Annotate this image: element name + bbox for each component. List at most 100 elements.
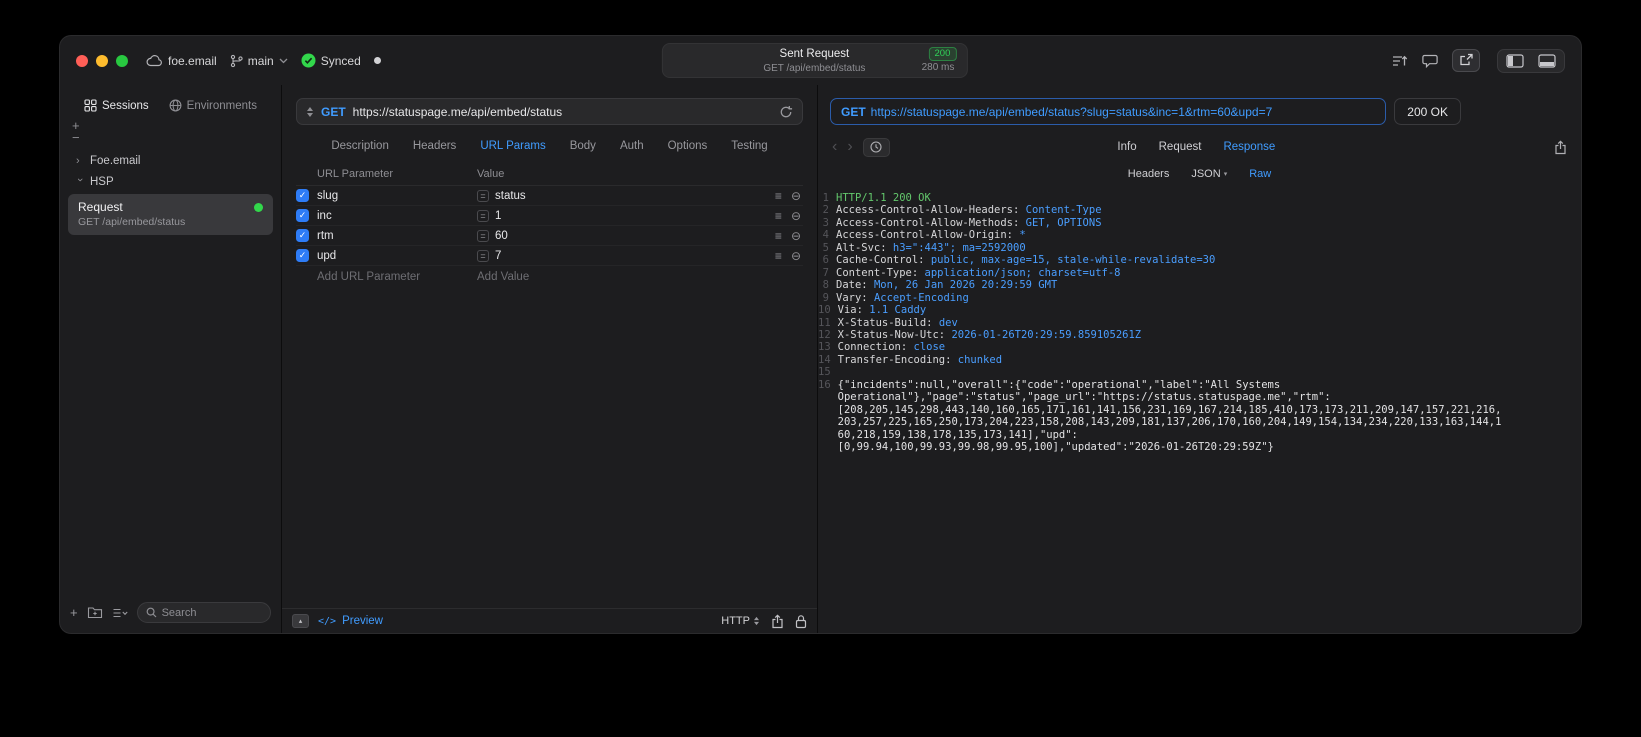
line-number: 10 (818, 304, 831, 317)
search-input[interactable] (161, 606, 262, 619)
param-checkbox[interactable]: ✓ (296, 229, 309, 242)
remove-row-icon[interactable]: ⊖ (791, 249, 801, 263)
cloud-icon (146, 54, 163, 67)
export-response-icon[interactable] (1554, 139, 1567, 155)
param-name-field[interactable]: inc (317, 210, 477, 222)
response-subtab-json[interactable]: JSON ▾ (1191, 168, 1227, 180)
zoom-window-button[interactable] (116, 54, 128, 67)
request-tab-description[interactable]: Description (331, 140, 389, 152)
layout-sidebar-icon[interactable] (1506, 53, 1524, 68)
remove-session-icon[interactable]: − (72, 131, 273, 144)
value-type-icon[interactable]: = (477, 189, 489, 202)
request-tab-body[interactable]: Body (570, 140, 596, 152)
sync-status[interactable]: Synced (301, 53, 361, 68)
param-value-field[interactable]: 1 (495, 210, 501, 222)
request-tab-headers[interactable]: Headers (413, 140, 456, 152)
request-tab-url-params[interactable]: URL Params (480, 140, 545, 152)
list-arrow-icon[interactable] (1391, 53, 1408, 69)
share-request-icon[interactable] (771, 613, 784, 629)
collapse-panel-button[interactable]: ▴ (292, 614, 309, 628)
param-row-slug: ✓ slug = status ≡ ⊖ (296, 186, 803, 206)
line-content: Access-Control-Allow-Headers: Content-Ty… (836, 204, 1102, 217)
reorder-handle-icon[interactable]: ≡ (775, 209, 782, 223)
protocol-selector[interactable]: HTTP (721, 615, 760, 627)
param-value-field[interactable]: status (495, 190, 526, 202)
response-subtabs: Headers JSON ▾ Raw (818, 163, 1581, 184)
param-checkbox[interactable]: ✓ (296, 249, 309, 262)
remove-row-icon[interactable]: ⊖ (791, 209, 801, 223)
code-line: 6 Cache-Control: public, max-age=15, stal… (818, 254, 1581, 266)
response-tab-response[interactable]: Response (1223, 141, 1275, 153)
request-tab-auth[interactable]: Auth (620, 140, 644, 152)
reorder-handle-icon[interactable]: ≡ (775, 189, 782, 203)
value-type-icon[interactable]: = (477, 229, 489, 242)
response-nav: ‹ › Info Request Response (818, 131, 1581, 163)
add-value-field[interactable]: Add Value (477, 271, 529, 283)
request-status-capsule[interactable]: Sent Request 200 GET /api/embed/status 2… (661, 43, 968, 78)
method-stepper-icon[interactable] (306, 106, 314, 118)
response-request-line[interactable]: GET https://statuspage.me/api/embed/stat… (830, 98, 1387, 125)
value-type-icon[interactable]: = (477, 209, 489, 222)
export-code-icon[interactable] (1452, 49, 1480, 72)
param-name-field[interactable]: upd (317, 250, 477, 262)
request-tab-options[interactable]: Options (668, 140, 708, 152)
line-number: 12 (818, 328, 831, 341)
request-url-input[interactable]: https://statuspage.me/api/embed/status (353, 105, 772, 119)
add-request-icon[interactable]: + (70, 605, 78, 620)
param-name-field[interactable]: rtm (317, 230, 477, 242)
reorder-handle-icon[interactable]: ≡ (775, 229, 782, 243)
history-forward-icon[interactable]: › (847, 138, 852, 156)
sidebar-search[interactable] (136, 602, 271, 623)
param-name-field[interactable]: slug (317, 190, 477, 202)
tree-item-hsp[interactable]: › HSP (68, 171, 273, 192)
preview-label: Preview (342, 615, 383, 627)
value-type-icon[interactable]: = (477, 249, 489, 262)
chevron-down-icon: ▾ (1223, 171, 1228, 178)
project-menu[interactable]: foe.email (146, 54, 217, 68)
line-number: 5 (822, 241, 829, 254)
sort-list-icon[interactable] (112, 607, 128, 619)
line-number: 2 (822, 204, 829, 217)
code-line: 7 Content-Type: application/json; charset… (818, 267, 1581, 279)
remove-row-icon[interactable]: ⊖ (791, 229, 801, 243)
lock-icon[interactable] (795, 614, 807, 629)
request-tab-testing[interactable]: Testing (731, 140, 767, 152)
remove-row-icon[interactable]: ⊖ (791, 189, 801, 203)
add-url-parameter-field[interactable]: Add URL Parameter (296, 271, 477, 283)
param-checkbox[interactable]: ✓ (296, 209, 309, 222)
param-checkbox[interactable]: ✓ (296, 189, 309, 202)
code-line: 5 Alt-Svc: h3=":443"; ma=2592000 (818, 242, 1581, 254)
code-line: 8 Date: Mon, 26 Jan 2026 20:29:59 GMT (818, 279, 1581, 291)
preview-button[interactable]: </> Preview (318, 615, 383, 627)
param-value-field[interactable]: 60 (495, 230, 508, 242)
comment-icon[interactable] (1421, 53, 1439, 69)
line-content: Alt-Svc: h3=":443"; ma=2592000 (836, 241, 1026, 254)
branch-selector[interactable]: main (230, 54, 288, 68)
reorder-handle-icon[interactable]: ≡ (775, 249, 782, 263)
layout-bottom-icon[interactable] (1538, 53, 1556, 68)
response-subtab-headers[interactable]: Headers (1128, 168, 1170, 180)
sidebar-tab-sessions[interactable]: Sessions (84, 99, 149, 112)
add-session-icon[interactable]: + (72, 119, 273, 132)
minimize-window-button[interactable] (96, 54, 108, 67)
code-line: 12 X-Status-Now-Utc: 2026-01-26T20:29:59.… (818, 329, 1581, 341)
request-list-item-selected[interactable]: Request GET /api/embed/status (68, 194, 273, 235)
param-row-rtm: ✓ rtm = 60 ≡ ⊖ (296, 226, 803, 246)
param-value-field[interactable]: 7 (495, 250, 501, 262)
close-window-button[interactable] (76, 54, 88, 67)
response-method: GET (841, 104, 866, 119)
history-clock-button[interactable] (862, 137, 890, 157)
history-back-icon[interactable]: ‹ (832, 138, 837, 156)
request-url-bar[interactable]: GET https://statuspage.me/api/embed/stat… (296, 98, 803, 125)
code-line: 16 {"incidents":null,"overall":{"code":"o… (818, 379, 1581, 454)
tree-item-foe-email[interactable]: › Foe.email (68, 150, 273, 171)
response-tab-info[interactable]: Info (1117, 141, 1136, 153)
response-body[interactable]: 1 HTTP/1.1 200 OK 2 Access-Control-Allow-He… (818, 184, 1581, 633)
response-tab-request[interactable]: Request (1159, 141, 1202, 153)
sidebar-tab-environments[interactable]: Environments (169, 99, 257, 112)
new-folder-icon[interactable] (87, 606, 103, 619)
request-method[interactable]: GET (321, 105, 346, 119)
response-subtab-raw[interactable]: Raw (1249, 168, 1271, 180)
globe-icon (169, 99, 182, 112)
resend-refresh-icon[interactable] (779, 105, 793, 119)
